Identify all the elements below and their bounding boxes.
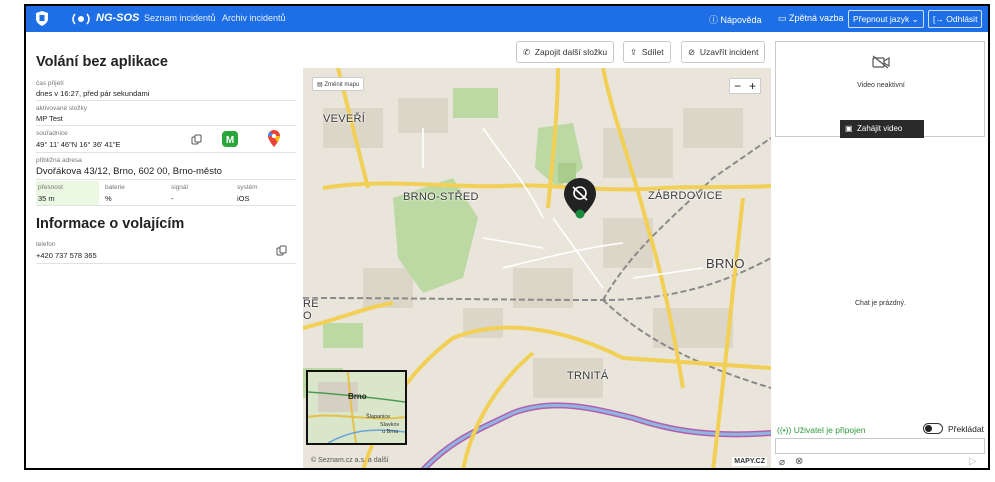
top-navigation-bar: NG-SOS Seznam incidentů Archiv incidentů…: [26, 6, 988, 32]
device-info-row: přesnost 35 m baterie % signál - systém …: [36, 181, 296, 206]
minimap-label-slavkov: Slavkov: [380, 422, 400, 428]
address-value: Dvořákova 43/12, Brno, 602 00, Brno-měst…: [36, 166, 222, 177]
phone-row: telefon +420 737 578 365: [36, 238, 296, 264]
toggle-knob: [925, 425, 932, 432]
address-label: přibližná adresa: [36, 157, 82, 164]
units-label: aktivované složky: [36, 105, 87, 112]
battery-value: %: [105, 194, 112, 203]
zoom-in-button[interactable]: +: [749, 80, 756, 92]
caller-info-title: Informace o volajícím: [36, 216, 185, 232]
attachment-icon[interactable]: ⌀: [779, 457, 785, 468]
language-switch-button[interactable]: Přepnout jazyk ⌄: [848, 10, 924, 28]
signal-value: -: [171, 194, 174, 203]
check-circle-icon: ⊘: [688, 47, 696, 57]
phone-value: +420 737 578 365: [36, 251, 97, 260]
address-row: přibližná adresa Dvořákova 43/12, Brno, …: [36, 154, 296, 180]
mapy-cz-icon[interactable]: M: [222, 131, 238, 147]
minimap-label-slapanice: Šlapanice: [366, 414, 391, 420]
send-icon[interactable]: ▷: [969, 456, 977, 467]
video-off-icon: [872, 55, 890, 69]
shield-logo-icon[interactable]: [36, 11, 48, 26]
logout-icon: [→: [933, 14, 944, 24]
logout-button[interactable]: [→ Odhlásit: [928, 10, 983, 28]
battery-cell: baterie %: [105, 181, 165, 205]
phone-plus-icon: ✆: [523, 47, 531, 57]
chat-input[interactable]: [775, 438, 985, 454]
accuracy-label: přesnost: [38, 184, 63, 191]
units-row: aktivované složky MP Test: [36, 102, 296, 126]
zoom-control[interactable]: − +: [729, 78, 761, 94]
zoom-out-button[interactable]: −: [734, 80, 741, 92]
switch-map-button[interactable]: ▤ Změnit mapu: [312, 77, 365, 91]
svg-text:M: M: [226, 135, 234, 146]
translate-toggle[interactable]: [923, 423, 943, 434]
system-label: systém: [237, 184, 258, 191]
start-video-button[interactable]: ▣ Zahájit video: [840, 120, 924, 138]
map-attribution[interactable]: © Seznam.cz a.s. a další: [311, 457, 389, 464]
sos-signal-icon: [72, 13, 90, 25]
coords-label: souřadnice: [36, 130, 68, 137]
coordinates-row: souřadnice 49° 11' 46"N 16° 36' 41"E M: [36, 127, 296, 153]
map-label-edge-2: O: [303, 310, 312, 322]
phone-label: telefon: [36, 241, 56, 248]
incident-map[interactable]: ▤ Změnit mapu − + VEVEŘÍ BRNO-STŘED ZÁBR…: [303, 68, 771, 468]
received-label: čas přijetí: [36, 80, 64, 87]
video-chat-panel: Video neaktivní ▣ Zahájit video Chat je …: [773, 36, 988, 468]
accuracy-cell: přesnost 35 m: [36, 181, 99, 205]
system-cell: systém iOS: [237, 181, 296, 205]
accuracy-value: 35 m: [38, 194, 55, 203]
mapy-cz-logo[interactable]: MAPY.CZ: [732, 457, 767, 466]
help-link[interactable]: ⓘ Nápověda: [709, 13, 762, 26]
minimap-label-brno: Brno: [348, 392, 367, 401]
map-label-edge-1: RÉ: [303, 298, 319, 310]
nav-incident-list[interactable]: Seznam incidentů: [144, 13, 216, 23]
help-icon: ⓘ: [709, 15, 719, 25]
battery-label: baterie: [105, 184, 125, 191]
map-label-zabrdovice: ZÁBRDOVICE: [648, 190, 723, 202]
signal-label: signál: [171, 184, 188, 191]
video-camera-icon: ▣: [845, 124, 853, 133]
layers-icon: ▤: [317, 82, 323, 88]
share-button[interactable]: ⇪ Sdílet: [623, 41, 671, 63]
close-incident-button[interactable]: ⊘ Uzavřít incident: [681, 41, 766, 63]
map-label-veveri: VEVEŘÍ: [323, 113, 366, 125]
signal-cell: signál -: [171, 181, 231, 205]
share-icon: ⇪: [630, 47, 638, 57]
copy-phone-icon[interactable]: [276, 245, 287, 256]
connect-unit-button[interactable]: ✆ Zapojit další složku: [516, 41, 615, 63]
translate-label: Překládat: [948, 424, 984, 434]
user-connected-status: ((•)) Uživatel je připojen: [777, 425, 866, 435]
emoji-icon[interactable]: ⊗: [795, 456, 803, 467]
video-status: Video neaktivní: [857, 82, 905, 89]
map-label-trnita: TRNITÁ: [567, 370, 609, 382]
coords-value: 49° 11' 46"N 16° 36' 41"E: [36, 140, 121, 149]
feedback-icon: ▭: [778, 13, 787, 23]
received-value: dnes v 16:27, před pár sekundami: [36, 89, 150, 98]
units-value: MP Test: [36, 114, 63, 123]
google-maps-icon[interactable]: [268, 130, 280, 147]
incident-detail-panel: Volání bez aplikace čas přijetí dnes v 1…: [26, 32, 302, 468]
call-title: Volání bez aplikace: [36, 54, 168, 70]
signal-icon: ((•)): [777, 425, 792, 435]
chevron-down-icon: ⌄: [911, 14, 919, 24]
app-window: NG-SOS Seznam incidentů Archiv incidentů…: [24, 4, 990, 470]
feedback-link[interactable]: ▭ Zpětná vazba: [778, 13, 844, 24]
brand-name[interactable]: NG-SOS: [96, 12, 139, 24]
minimap-label-u-brna: u Brna: [382, 429, 399, 435]
screenshot-frame: NG-SOS Seznam incidentů Archiv incidentů…: [0, 0, 995, 482]
map-label-brno: BRNO: [706, 256, 745, 271]
chat-empty-message: Chat je prázdný.: [855, 300, 906, 307]
overview-minimap[interactable]: Brno Šlapanice Slavkov u Brna: [306, 370, 407, 445]
video-box: Video neaktivní ▣ Zahájit video: [775, 41, 985, 138]
copy-icon[interactable]: [191, 134, 202, 145]
nav-incident-archive[interactable]: Archiv incidentů: [222, 13, 286, 23]
map-label-brno-stred: BRNO-STŘED: [403, 191, 479, 203]
received-time-row: čas přijetí dnes v 16:27, před pár sekun…: [36, 77, 296, 101]
system-value: iOS: [237, 194, 250, 203]
